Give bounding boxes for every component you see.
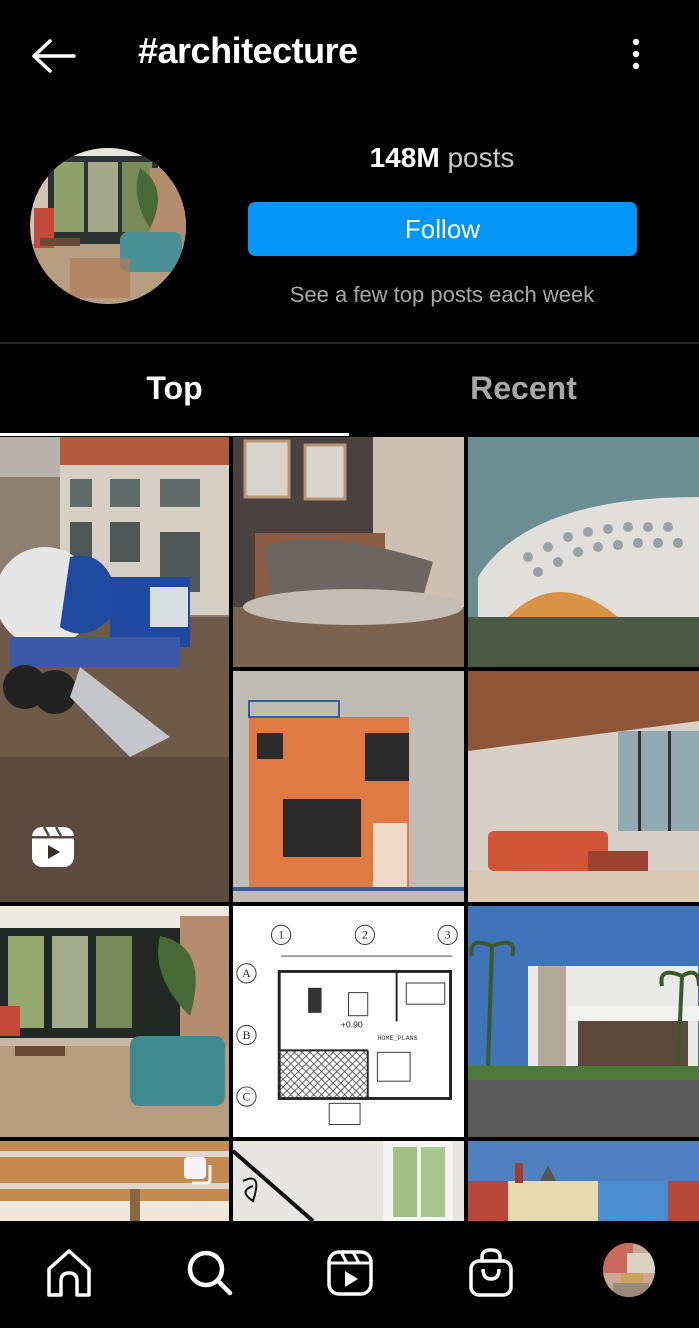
divider: [0, 342, 699, 344]
tab-top[interactable]: Top: [0, 370, 349, 407]
nav-search[interactable]: [186, 1247, 234, 1299]
grid-post[interactable]: [233, 437, 464, 667]
grid-post[interactable]: [468, 671, 699, 902]
plan-axis-label: C: [243, 1091, 251, 1103]
arrow-left-icon: [32, 39, 76, 73]
active-tab-indicator: [0, 433, 349, 436]
tab-recent[interactable]: Recent: [349, 370, 698, 407]
page-title: #architecture: [138, 30, 358, 71]
plan-axis-label: 1: [278, 930, 284, 942]
nav-shop[interactable]: [467, 1247, 515, 1299]
nav-reels[interactable]: [326, 1247, 374, 1299]
follow-subtitle: See a few top posts each week: [289, 282, 595, 307]
grid-post[interactable]: [0, 1141, 229, 1221]
search-icon: [187, 1250, 233, 1296]
grid-post[interactable]: [233, 671, 464, 902]
plan-axis-label: B: [243, 1030, 251, 1042]
nav-home[interactable]: [45, 1247, 93, 1299]
carousel-icon: [182, 1155, 214, 1187]
grid-post[interactable]: [468, 906, 699, 1137]
more-vertical-icon: [632, 38, 640, 70]
nav-profile[interactable]: [603, 1243, 655, 1297]
grid-post[interactable]: [0, 906, 229, 1137]
back-button[interactable]: [28, 36, 78, 76]
plan-level-label: +0.90: [341, 1019, 363, 1029]
grid-post[interactable]: [468, 1141, 699, 1221]
plan-watermark: HOME_PLANS: [377, 1035, 417, 1043]
follow-button[interactable]: Follow: [248, 202, 637, 256]
grid-post[interactable]: [233, 1141, 464, 1221]
hashtag-avatar: [30, 148, 186, 304]
plan-axis-label: A: [242, 968, 251, 980]
shopping-bag-icon: [469, 1248, 513, 1297]
post-count: 148M posts: [248, 142, 636, 174]
grid-post[interactable]: [0, 437, 229, 902]
post-count-number: 148M: [369, 142, 440, 173]
reels-icon: [30, 825, 76, 869]
plan-axis-label: 2: [362, 930, 368, 942]
reels-icon: [327, 1250, 373, 1296]
more-options-button[interactable]: [622, 36, 650, 76]
grid-post-floor-plan[interactable]: 1 2 3 A B C +0.90 HOME_PLANS: [233, 906, 464, 1137]
profile-avatar: [603, 1243, 655, 1297]
home-icon: [47, 1249, 91, 1297]
bottom-navigation: [0, 1221, 699, 1328]
plan-axis-label: 3: [445, 930, 451, 942]
grid-post[interactable]: [468, 437, 699, 667]
post-count-label: posts: [447, 142, 515, 173]
